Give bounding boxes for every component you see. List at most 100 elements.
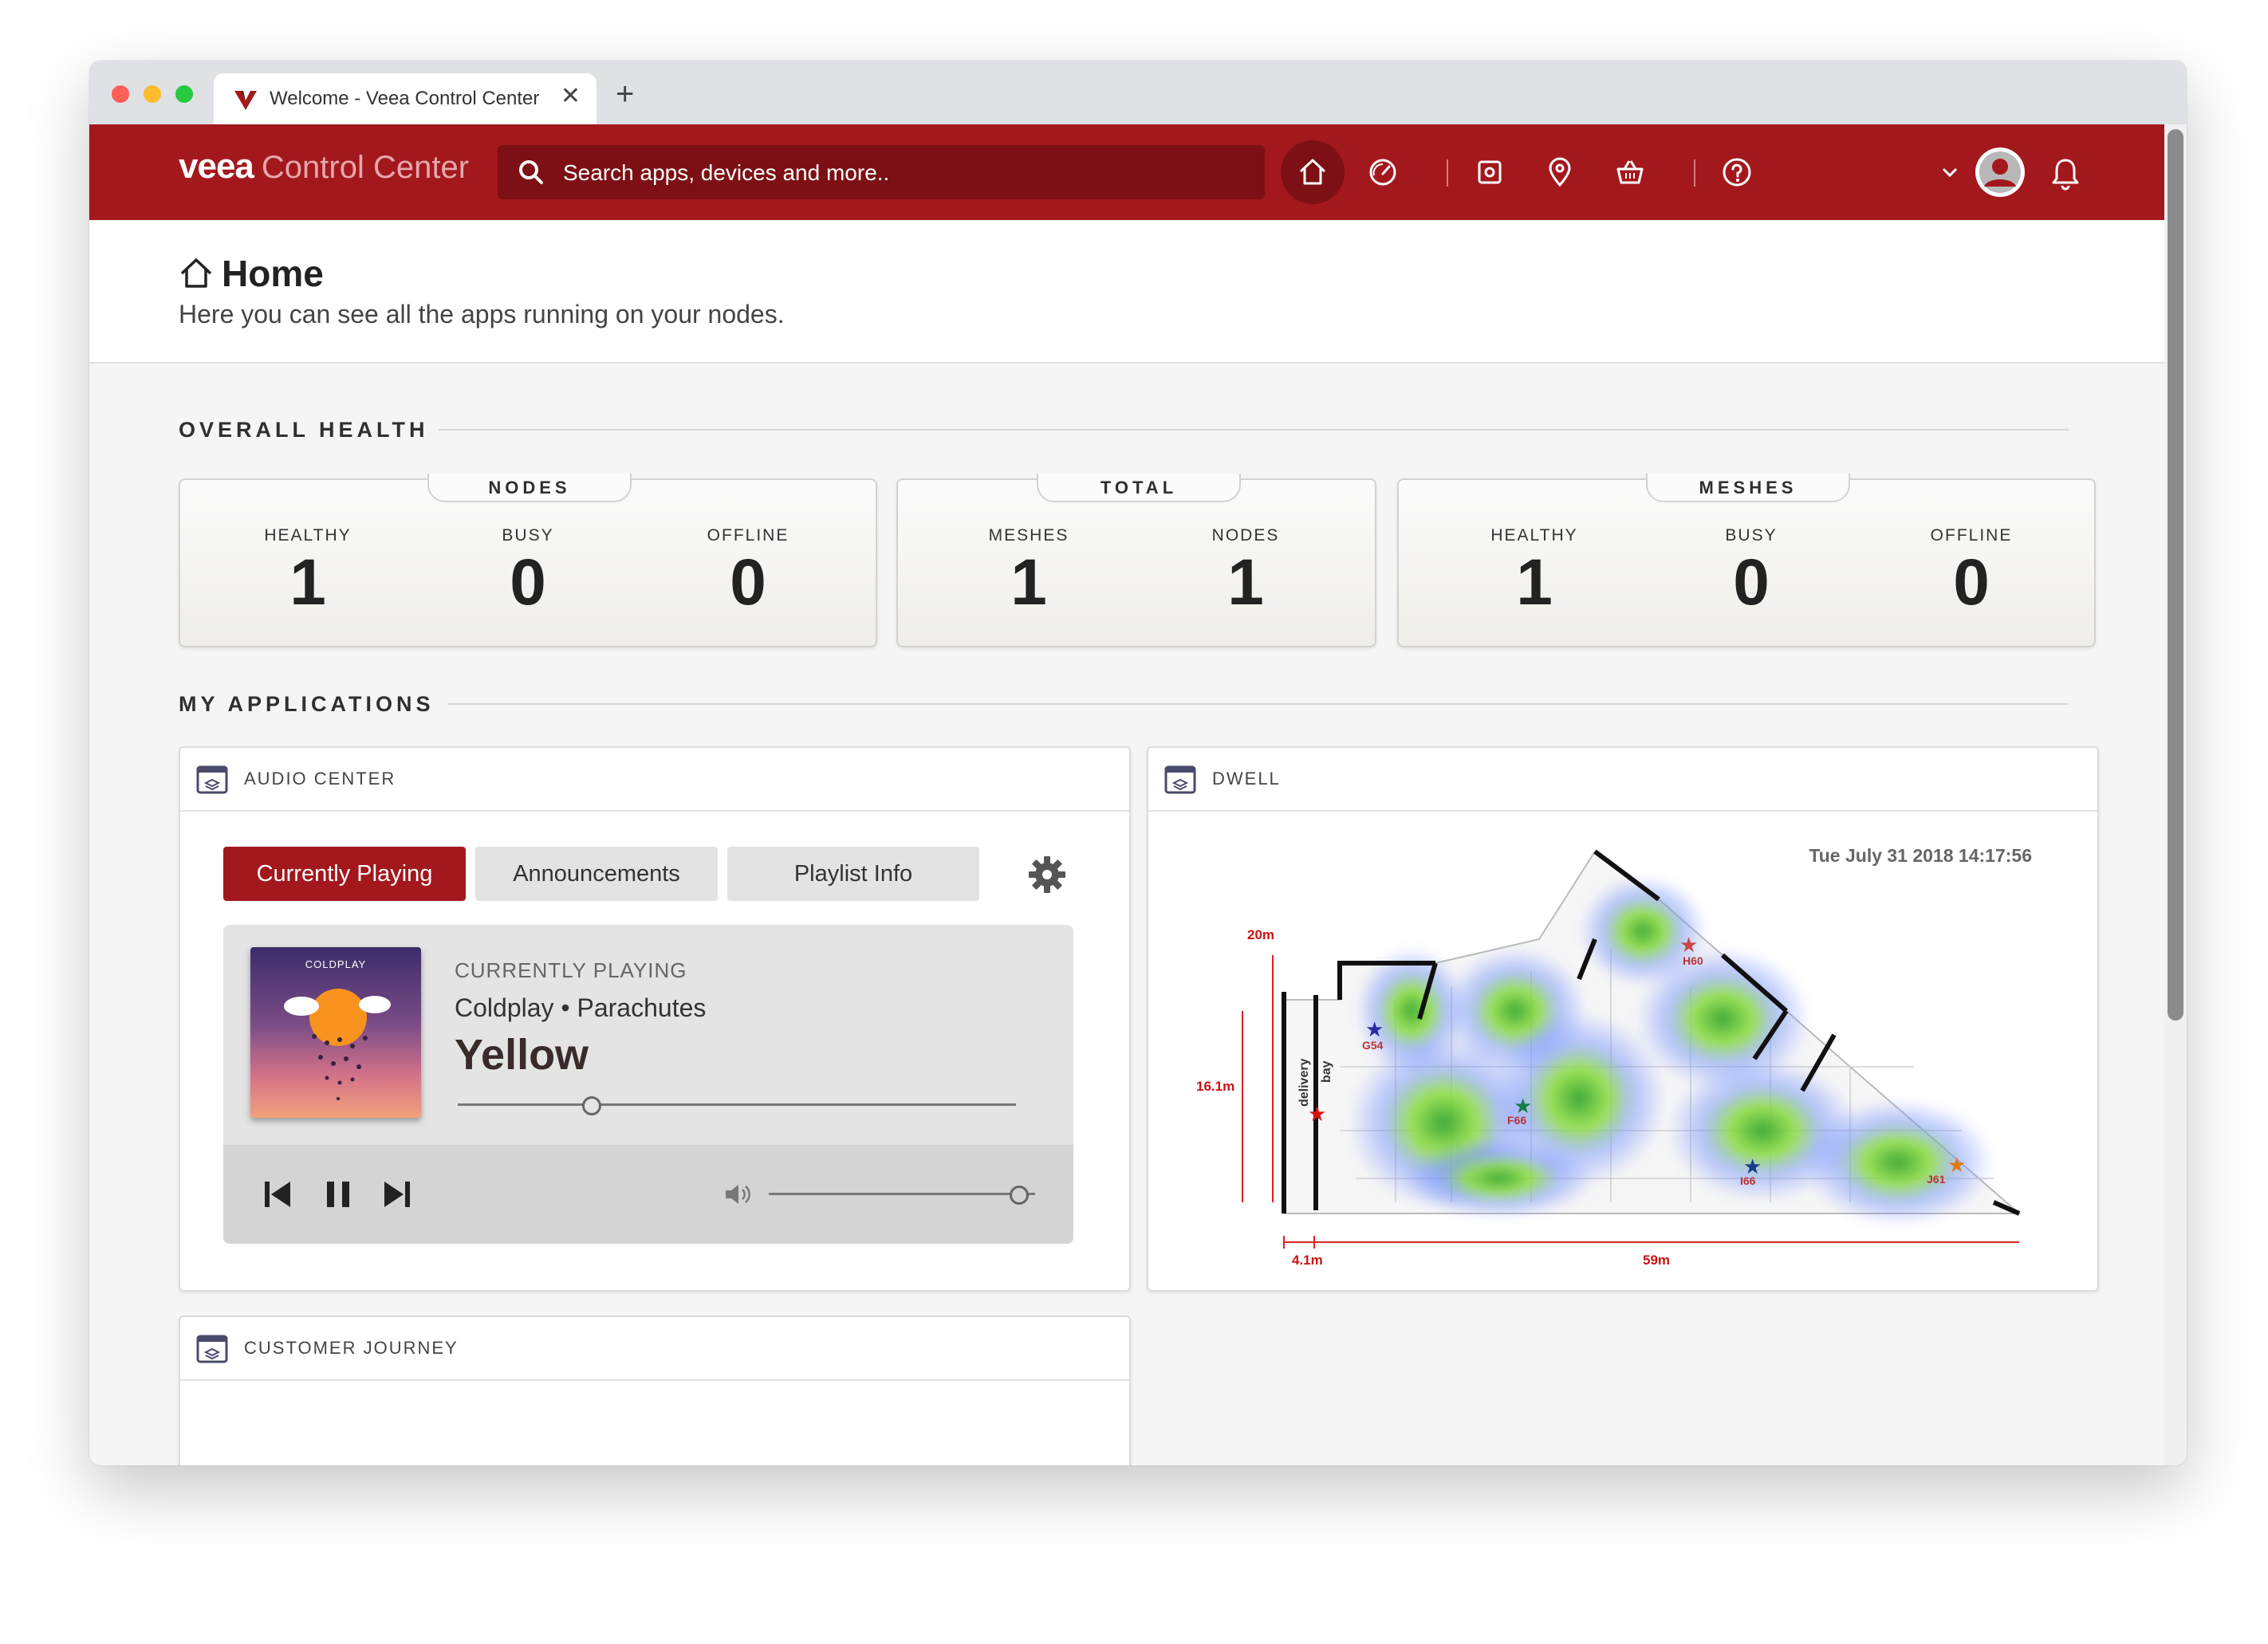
dwell-card: DWELL Tue July 31 2018 14:17:56 20m 16.1… <box>1147 746 2099 1292</box>
stat-busy: BUSY 0 <box>448 526 608 616</box>
overall-health-heading: OVERALL HEALTH <box>179 418 429 442</box>
stat-value: 1 <box>1227 546 1264 619</box>
next-track-icon[interactable] <box>381 1178 413 1210</box>
header-separator <box>1694 159 1695 187</box>
tab-title: Welcome - Veea Control Center <box>270 88 540 109</box>
page-subtitle: Here you can see all the apps running on… <box>179 300 785 328</box>
tab-close-icon[interactable]: ✕ <box>561 85 581 108</box>
stat-label: OFFLINE <box>707 526 789 545</box>
stat-label: OFFLINE <box>1930 526 2013 545</box>
now-playing-label: CURRENTLY PLAYING <box>455 958 687 982</box>
dim-label-16m: 16.1m <box>1196 1079 1234 1094</box>
dashboard-nav-button[interactable] <box>1351 140 1415 204</box>
pause-icon[interactable] <box>322 1178 354 1210</box>
browser-chrome: Welcome - Veea Control Center ✕ + <box>89 61 2187 124</box>
app-window-icon <box>1164 765 1196 794</box>
location-pin-icon <box>1549 157 1571 187</box>
album-art-image <box>284 989 391 1100</box>
health-card-title: NODES <box>427 474 632 502</box>
progress-knob[interactable] <box>582 1096 601 1115</box>
gear-icon[interactable] <box>1027 855 1067 895</box>
help-nav-button[interactable] <box>1705 140 1769 204</box>
dashboard-gauge-icon <box>1369 159 1396 186</box>
tab-playlist-info[interactable]: Playlist Info <box>727 847 979 901</box>
browser-window: Welcome - Veea Control Center ✕ + veea Co… <box>89 61 2187 1465</box>
stat-value: 1 <box>1010 546 1047 619</box>
stat-value: 0 <box>510 546 546 619</box>
new-tab-button[interactable]: + <box>616 78 634 110</box>
card-title: DWELL <box>1212 769 1281 789</box>
app-header: veea Control Center <box>89 124 2187 220</box>
card-header: DWELL <box>1148 748 2097 812</box>
floor-plan-heatmap: 20m 16.1m 4.1m 59m delivery bay G54 F66 … <box>1196 849 2022 1268</box>
stat-healthy: HEALTHY 1 <box>1455 526 1614 616</box>
devices-nav-button[interactable] <box>1458 140 1522 204</box>
maximize-window-button[interactable] <box>175 85 193 103</box>
brand-logo[interactable]: veea Control Center <box>179 147 469 187</box>
app-window-icon <box>196 1335 228 1363</box>
page-header: Home Here you can see all the apps runni… <box>89 220 2164 364</box>
my-applications-heading: MY APPLICATIONS <box>179 692 435 716</box>
search-bar[interactable] <box>498 145 1265 199</box>
user-avatar-icon[interactable] <box>1973 145 2027 199</box>
previous-track-icon[interactable] <box>262 1178 293 1210</box>
star-marker-icon[interactable]: ★ <box>1308 1102 1326 1126</box>
stat-value: 0 <box>730 546 766 619</box>
volume-track[interactable] <box>769 1193 1035 1195</box>
tab-announcements[interactable]: Announcements <box>475 847 718 901</box>
stat-meshes: MESHES 1 <box>949 526 1108 616</box>
chevron-down-icon[interactable] <box>1941 166 1959 179</box>
tab-currently-playing[interactable]: Currently Playing <box>223 847 466 901</box>
stat-healthy: HEALTHY 1 <box>228 526 388 616</box>
audio-center-card: AUDIO CENTER Currently Playing Announcem… <box>179 746 1131 1292</box>
star-marker-icon[interactable]: ★ <box>1514 1094 1532 1118</box>
home-nav-button[interactable] <box>1281 140 1345 204</box>
card-header: AUDIO CENTER <box>180 748 1129 812</box>
card-title: CUSTOMER JOURNEY <box>244 1338 459 1358</box>
browser-tab[interactable]: Welcome - Veea Control Center ✕ <box>214 73 597 124</box>
label-bay: bay <box>1320 1060 1333 1083</box>
health-card-title: MESHES <box>1646 474 1850 502</box>
search-icon <box>519 160 543 184</box>
stat-value: 0 <box>1953 546 1990 619</box>
stat-label: MESHES <box>988 526 1069 545</box>
scrollbar-thumb[interactable] <box>2168 129 2183 1021</box>
stat-label: BUSY <box>1725 526 1778 545</box>
health-card-total: TOTAL MESHES 1 NODES 1 <box>896 474 1376 647</box>
stat-offline: OFFLINE 0 <box>1892 526 2051 616</box>
header-separator <box>1447 159 1448 187</box>
home-icon <box>180 258 212 288</box>
player-controls <box>223 1145 1073 1244</box>
section-divider <box>439 429 2069 431</box>
minimize-window-button[interactable] <box>144 85 161 103</box>
card-header: CUSTOMER JOURNEY <box>180 1317 1129 1381</box>
label-delivery: delivery <box>1297 1058 1311 1107</box>
locations-nav-button[interactable] <box>1528 140 1592 204</box>
progress-track[interactable] <box>458 1103 1016 1106</box>
star-marker-icon[interactable]: ★ <box>1679 933 1698 957</box>
store-nav-button[interactable] <box>1598 140 1662 204</box>
close-window-button[interactable] <box>112 85 129 103</box>
stat-nodes: NODES 1 <box>1166 526 1325 616</box>
search-input[interactable] <box>561 156 1250 190</box>
help-icon <box>1723 158 1751 187</box>
stat-value: 1 <box>289 546 326 619</box>
star-marker-icon[interactable]: ★ <box>1365 1017 1384 1041</box>
dim-label-59m: 59m <box>1643 1253 1670 1268</box>
health-card-nodes: NODES HEALTHY 1 BUSY 0 OFFLINE 0 <box>179 474 877 647</box>
star-marker-icon[interactable]: ★ <box>1947 1153 1966 1177</box>
music-player: COLDPLAY CURRENTLY PLAYING Coldplay • Pa… <box>223 925 1073 1244</box>
volume-knob[interactable] <box>1009 1186 1029 1205</box>
app-window-icon <box>196 765 228 794</box>
volume-icon[interactable] <box>723 1182 754 1207</box>
stat-value: 0 <box>1733 546 1770 619</box>
bell-icon[interactable] <box>2049 156 2081 191</box>
star-marker-icon[interactable]: ★ <box>1743 1154 1762 1178</box>
health-card-title: TOTAL <box>1037 474 1241 502</box>
stat-label: NODES <box>1211 526 1280 545</box>
brand-bold: veea <box>179 147 254 186</box>
stat-value: 1 <box>1516 546 1553 619</box>
device-icon <box>1478 160 1502 184</box>
basket-icon <box>1616 160 1644 184</box>
customer-journey-card: CUSTOMER JOURNEY <box>179 1316 1131 1465</box>
